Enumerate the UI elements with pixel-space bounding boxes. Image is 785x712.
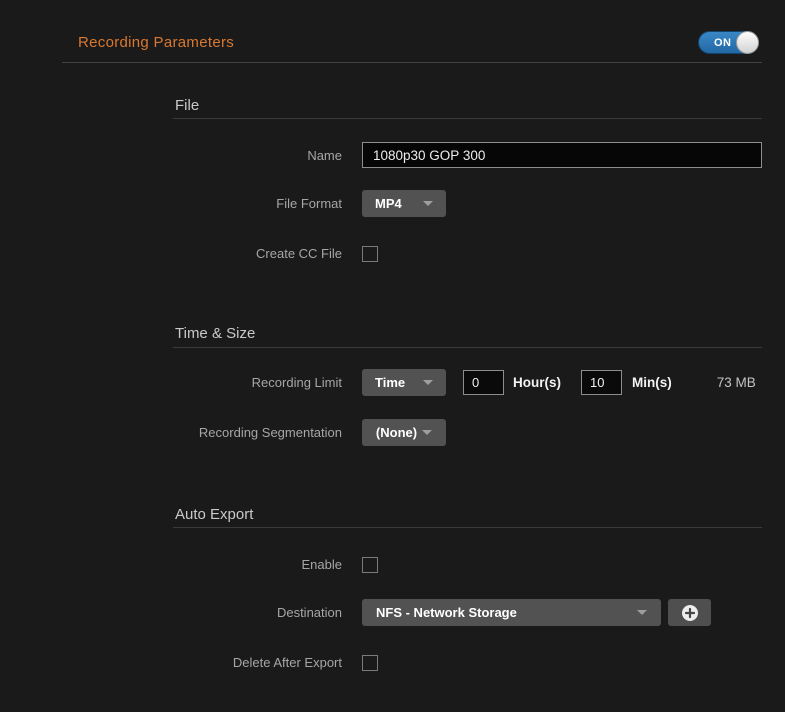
destination-label: Destination (0, 605, 342, 620)
toggle-knob[interactable] (736, 31, 759, 54)
page-title: Recording Parameters (78, 34, 234, 51)
hours-input[interactable] (463, 370, 504, 395)
file-section-title: File (175, 97, 199, 114)
name-label: Name (0, 148, 342, 163)
recording-limit-type-value: Time (375, 375, 405, 390)
file-format-value: MP4 (375, 196, 402, 211)
hours-unit-label: Hour(s) (513, 375, 561, 390)
recording-parameters-toggle[interactable]: ON (698, 31, 759, 54)
recording-segmentation-dropdown[interactable]: (None) (362, 419, 446, 446)
create-cc-label: Create CC File (0, 246, 342, 261)
plus-circle-icon (681, 604, 699, 622)
file-format-label: File Format (0, 196, 342, 211)
minutes-input[interactable] (581, 370, 622, 395)
enable-row: Enable (0, 556, 785, 573)
destination-dropdown[interactable]: NFS - Network Storage (362, 599, 661, 626)
minutes-unit-label: Min(s) (632, 375, 672, 390)
auto-export-section-divider (173, 527, 762, 528)
name-input[interactable] (362, 142, 762, 168)
chevron-down-icon (423, 201, 433, 206)
recording-segmentation-row: Recording Segmentation (None) (0, 419, 785, 446)
delete-after-export-row: Delete After Export (0, 654, 785, 671)
file-format-row: File Format MP4 (0, 190, 785, 217)
recording-limit-type-dropdown[interactable]: Time (362, 369, 446, 396)
chevron-down-icon (637, 610, 647, 615)
header-divider (62, 62, 762, 63)
time-size-section-title: Time & Size (175, 325, 255, 342)
create-cc-checkbox[interactable] (362, 246, 378, 262)
recording-segmentation-label: Recording Segmentation (0, 425, 342, 440)
estimated-size-text: 73 MB (717, 375, 756, 390)
name-row: Name (0, 142, 785, 168)
create-cc-row: Create CC File (0, 245, 785, 262)
recording-segmentation-value: (None) (376, 425, 417, 440)
chevron-down-icon (422, 430, 432, 435)
delete-after-export-checkbox[interactable] (362, 655, 378, 671)
add-destination-button[interactable] (668, 599, 711, 626)
recording-limit-row: Recording Limit Time Hour(s) Min(s) 73 M… (0, 369, 785, 396)
delete-after-export-label: Delete After Export (0, 655, 342, 670)
enable-label: Enable (0, 557, 342, 572)
auto-export-section-title: Auto Export (175, 506, 253, 523)
time-size-section-divider (173, 347, 762, 348)
destination-row: Destination NFS - Network Storage (0, 599, 785, 626)
chevron-down-icon (423, 380, 433, 385)
file-format-dropdown[interactable]: MP4 (362, 190, 446, 217)
recording-limit-label: Recording Limit (0, 375, 342, 390)
file-section-divider (173, 118, 762, 119)
toggle-on-label: ON (714, 37, 732, 49)
enable-checkbox[interactable] (362, 557, 378, 573)
destination-value: NFS - Network Storage (376, 605, 517, 620)
